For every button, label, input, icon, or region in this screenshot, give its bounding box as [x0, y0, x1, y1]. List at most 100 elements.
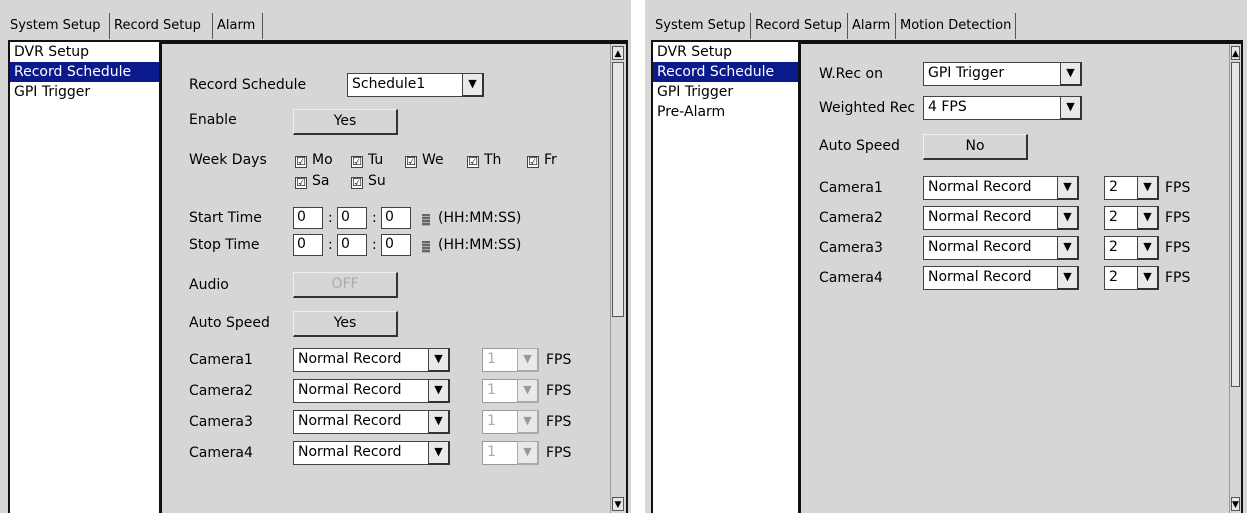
vertical-scrollbar[interactable]: ▲ ▼ — [610, 44, 626, 513]
day-label: Th — [484, 152, 502, 168]
scroll-up-icon[interactable]: ▲ — [1231, 46, 1240, 60]
checkbox-mo[interactable]: ☑ Mo — [295, 152, 333, 168]
chevron-down-icon[interactable]: ▼ — [1057, 266, 1079, 290]
checkbox-we[interactable]: ☑ We — [405, 152, 444, 168]
day-label: Tu — [368, 152, 384, 168]
sidebar-item-gpi-trigger[interactable]: GPI Trigger — [10, 82, 159, 102]
chevron-down-icon[interactable]: ▼ — [1057, 236, 1079, 260]
chevron-down-icon[interactable]: ▼ — [1060, 62, 1082, 86]
camera4-fps-select[interactable]: 1 — [482, 441, 517, 465]
gpi-record-form: W.Rec on GPI Trigger ▼ Weighted Rec 4 FP… — [801, 42, 1241, 513]
stop-time-label: Stop Time — [189, 237, 260, 253]
vertical-scrollbar[interactable]: ▲ ▼ — [1229, 44, 1241, 513]
scroll-thumb[interactable] — [1231, 62, 1240, 387]
checkbox-sa[interactable]: ☑ Sa — [295, 173, 329, 189]
time-picker-icon[interactable] — [422, 241, 430, 253]
start-minute-input[interactable]: 0 — [337, 207, 367, 229]
auto-speed-toggle[interactable]: No — [923, 134, 1028, 160]
check-icon: ☑ — [295, 176, 307, 189]
check-icon: ☑ — [295, 155, 307, 168]
day-label: Sa — [312, 173, 330, 189]
camera3-mode-select[interactable]: Normal Record — [293, 410, 428, 434]
camera3-fps-select[interactable]: 1 — [482, 410, 517, 434]
chevron-down-icon[interactable]: ▼ — [428, 379, 450, 403]
sidebar-item-gpi-trigger[interactable]: GPI Trigger — [653, 82, 798, 102]
check-icon: ☑ — [467, 155, 479, 168]
tab-record-setup[interactable]: Record Setup — [110, 13, 213, 39]
tab-system-setup[interactable]: System Setup — [6, 13, 110, 39]
chevron-down-icon[interactable]: ▼ — [428, 410, 450, 434]
tab-alarm[interactable]: Alarm — [848, 13, 896, 39]
day-label: Fr — [544, 152, 557, 168]
record-schedule-select[interactable]: Schedule1 — [347, 73, 462, 97]
camera2-fps-select[interactable]: 2 — [1104, 206, 1137, 230]
scroll-thumb[interactable] — [612, 62, 624, 317]
camera1-mode-select[interactable]: Normal Record — [923, 176, 1057, 200]
fps-unit-label: FPS — [1165, 180, 1191, 196]
camera1-fps-select[interactable]: 1 — [482, 348, 517, 372]
chevron-down-icon[interactable]: ▼ — [1057, 176, 1079, 200]
checkbox-su[interactable]: ☑ Su — [351, 173, 386, 189]
auto-speed-toggle[interactable]: Yes — [293, 311, 398, 337]
camera2-mode-select[interactable]: Normal Record — [293, 379, 428, 403]
camera2-fps-select[interactable]: 1 — [482, 379, 517, 403]
record-schedule-form: Record Schedule Schedule1 ▼ Enable Yes W… — [162, 42, 626, 513]
day-label: Mo — [312, 152, 333, 168]
camera3-mode-select[interactable]: Normal Record — [923, 236, 1057, 260]
fps-unit-label: FPS — [546, 352, 572, 368]
chevron-down-icon[interactable]: ▼ — [1137, 206, 1159, 230]
checkbox-th[interactable]: ☑ Th — [467, 152, 501, 168]
sidebar-item-pre-alarm[interactable]: Pre-Alarm — [653, 102, 798, 122]
camera1-fps-select[interactable]: 2 — [1104, 176, 1137, 200]
camera4-mode-select[interactable]: Normal Record — [293, 441, 428, 465]
stop-minute-input[interactable]: 0 — [337, 234, 367, 256]
camera3-fps-select[interactable]: 2 — [1104, 236, 1137, 260]
enable-toggle[interactable]: Yes — [293, 109, 398, 135]
sidebar-item-record-schedule[interactable]: Record Schedule — [653, 62, 798, 82]
checkbox-tu[interactable]: ☑ Tu — [351, 152, 383, 168]
camera4-mode-select[interactable]: Normal Record — [923, 266, 1057, 290]
start-hour-input[interactable]: 0 — [293, 207, 323, 229]
chevron-down-icon[interactable]: ▼ — [1060, 96, 1082, 120]
tab-record-setup[interactable]: Record Setup — [751, 13, 848, 39]
time-picker-icon[interactable] — [422, 214, 430, 226]
fps-unit-label: FPS — [1165, 240, 1191, 256]
chevron-down-icon[interactable]: ▼ — [1137, 266, 1159, 290]
camera2-mode-select[interactable]: Normal Record — [923, 206, 1057, 230]
settings-frame: DVR Setup Record Schedule GPI Trigger Pr… — [651, 40, 1243, 513]
chevron-down-icon[interactable]: ▼ — [1137, 236, 1159, 260]
chevron-down-icon[interactable]: ▼ — [428, 348, 450, 372]
stop-second-input[interactable]: 0 — [381, 234, 411, 256]
tab-system-setup[interactable]: System Setup — [651, 13, 751, 39]
weighted-rec-select[interactable]: 4 FPS — [923, 96, 1060, 120]
audio-toggle[interactable]: OFF — [293, 272, 398, 298]
wrec-select[interactable]: GPI Trigger — [923, 62, 1060, 86]
sidebar-item-dvr-setup[interactable]: DVR Setup — [653, 42, 798, 62]
chevron-down-icon[interactable]: ▼ — [517, 441, 539, 465]
chevron-down-icon[interactable]: ▼ — [517, 348, 539, 372]
scroll-down-icon[interactable]: ▼ — [612, 497, 624, 511]
camera4-fps-select[interactable]: 2 — [1104, 266, 1137, 290]
stop-hour-input[interactable]: 0 — [293, 234, 323, 256]
day-label: Su — [368, 173, 386, 189]
tab-alarm[interactable]: Alarm — [213, 13, 263, 39]
chevron-down-icon[interactable]: ▼ — [1057, 206, 1079, 230]
start-second-input[interactable]: 0 — [381, 207, 411, 229]
checkbox-fr[interactable]: ☑ Fr — [527, 152, 557, 168]
settings-frame: DVR Setup Record Schedule GPI Trigger Re… — [8, 40, 628, 513]
tab-motion-detection[interactable]: Motion Detection — [896, 13, 1016, 39]
chevron-down-icon[interactable]: ▼ — [517, 410, 539, 434]
camera1-mode-select[interactable]: Normal Record — [293, 348, 428, 372]
chevron-down-icon[interactable]: ▼ — [462, 73, 484, 97]
scroll-down-icon[interactable]: ▼ — [1231, 497, 1240, 511]
camera2-label: Camera2 — [189, 383, 253, 399]
start-time-label: Start Time — [189, 210, 262, 226]
sidebar-item-dvr-setup[interactable]: DVR Setup — [10, 42, 159, 62]
chevron-down-icon[interactable]: ▼ — [1137, 176, 1159, 200]
chevron-down-icon[interactable]: ▼ — [517, 379, 539, 403]
camera3-label: Camera3 — [819, 240, 883, 256]
scroll-up-icon[interactable]: ▲ — [612, 46, 624, 60]
sidebar: DVR Setup Record Schedule GPI Trigger — [10, 42, 162, 513]
sidebar-item-record-schedule[interactable]: Record Schedule — [10, 62, 159, 82]
chevron-down-icon[interactable]: ▼ — [428, 441, 450, 465]
